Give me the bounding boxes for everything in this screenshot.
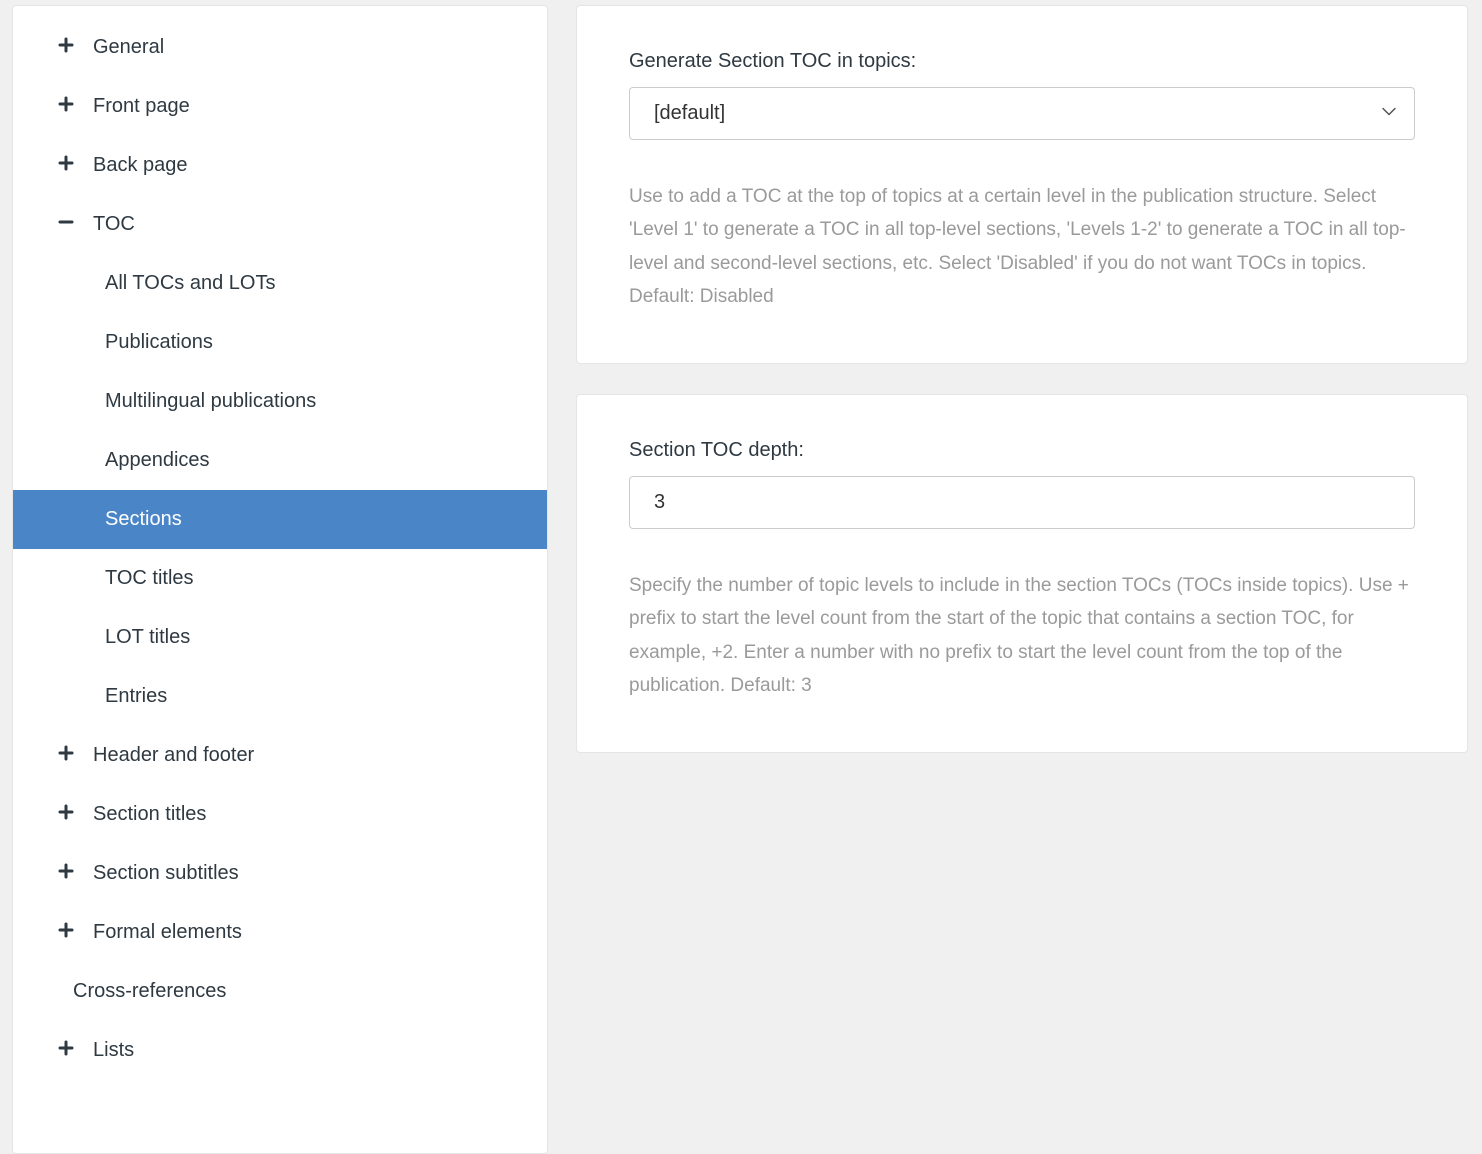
nav-item-multilingual-publications[interactable]: Multilingual publications: [13, 372, 547, 431]
nav-item-all-tocs-and-lots[interactable]: All TOCs and LOTs: [13, 254, 547, 313]
nav-item-general[interactable]: General: [13, 18, 547, 77]
nav-item-label: Back page: [93, 154, 188, 177]
nav-item-label: Cross-references: [73, 980, 226, 1003]
nav-item-entries[interactable]: Entries: [13, 667, 547, 726]
nav-item-appendices[interactable]: Appendices: [13, 431, 547, 490]
nav-item-toc-titles[interactable]: TOC titles: [13, 549, 547, 608]
nav-item-header-and-footer[interactable]: Header and footer: [13, 726, 547, 785]
nav-item-label: Entries: [105, 685, 167, 708]
nav-item-label: LOT titles: [105, 626, 190, 649]
nav-item-section-titles[interactable]: Section titles: [13, 785, 547, 844]
nav-item-label: General: [93, 36, 164, 59]
nav-item-lot-titles[interactable]: LOT titles: [13, 608, 547, 667]
section-toc-depth-label: Section TOC depth:: [629, 439, 1415, 462]
expand-icon[interactable]: [57, 862, 75, 885]
nav-item-formal-elements[interactable]: Formal elements: [13, 903, 547, 962]
nav-item-label: Appendices: [105, 449, 210, 472]
expand-icon[interactable]: [57, 36, 75, 59]
expand-icon[interactable]: [57, 95, 75, 118]
main-content: Generate Section TOC in topics: [default…: [576, 5, 1468, 1154]
generate-section-toc-label: Generate Section TOC in topics:: [629, 50, 1415, 73]
generate-section-toc-card: Generate Section TOC in topics: [default…: [576, 5, 1468, 364]
nav-item-sections[interactable]: Sections: [13, 490, 547, 549]
select-value[interactable]: [default]: [629, 87, 1415, 140]
nav-item-cross-references[interactable]: Cross-references: [13, 962, 547, 1021]
nav-item-label: Sections: [105, 508, 182, 531]
expand-icon[interactable]: [57, 921, 75, 944]
expand-icon[interactable]: [57, 744, 75, 767]
nav-item-label: Section titles: [93, 803, 206, 826]
nav-item-front-page[interactable]: Front page: [13, 77, 547, 136]
section-toc-depth-card: Section TOC depth: Specify the number of…: [576, 394, 1468, 753]
nav-item-publications[interactable]: Publications: [13, 313, 547, 372]
nav-item-back-page[interactable]: Back page: [13, 136, 547, 195]
nav-item-label: TOC titles: [105, 567, 194, 590]
nav-item-label: TOC: [93, 213, 135, 236]
nav-item-label: Section subtitles: [93, 862, 239, 885]
generate-section-toc-help: Use to add a TOC at the top of topics at…: [629, 180, 1415, 313]
nav-item-label: Multilingual publications: [105, 390, 316, 413]
nav-item-label: Publications: [105, 331, 213, 354]
expand-icon[interactable]: [57, 154, 75, 177]
section-toc-depth-input[interactable]: [629, 476, 1415, 529]
nav-item-label: Header and footer: [93, 744, 254, 767]
nav-item-label: Front page: [93, 95, 190, 118]
nav-item-label: Lists: [93, 1039, 134, 1062]
section-toc-depth-help: Specify the number of topic levels to in…: [629, 569, 1415, 702]
expand-icon[interactable]: [57, 1039, 75, 1062]
collapse-icon[interactable]: [57, 213, 75, 236]
nav-item-lists[interactable]: Lists: [13, 1021, 547, 1080]
expand-icon[interactable]: [57, 803, 75, 826]
nav-item-toc[interactable]: TOC: [13, 195, 547, 254]
generate-section-toc-select[interactable]: [default]: [629, 87, 1415, 140]
nav-item-section-subtitles[interactable]: Section subtitles: [13, 844, 547, 903]
nav-item-label: All TOCs and LOTs: [105, 272, 275, 295]
nav-item-label: Formal elements: [93, 921, 242, 944]
sidebar: General Front page Back page TOC All TOCs an…: [12, 5, 548, 1154]
